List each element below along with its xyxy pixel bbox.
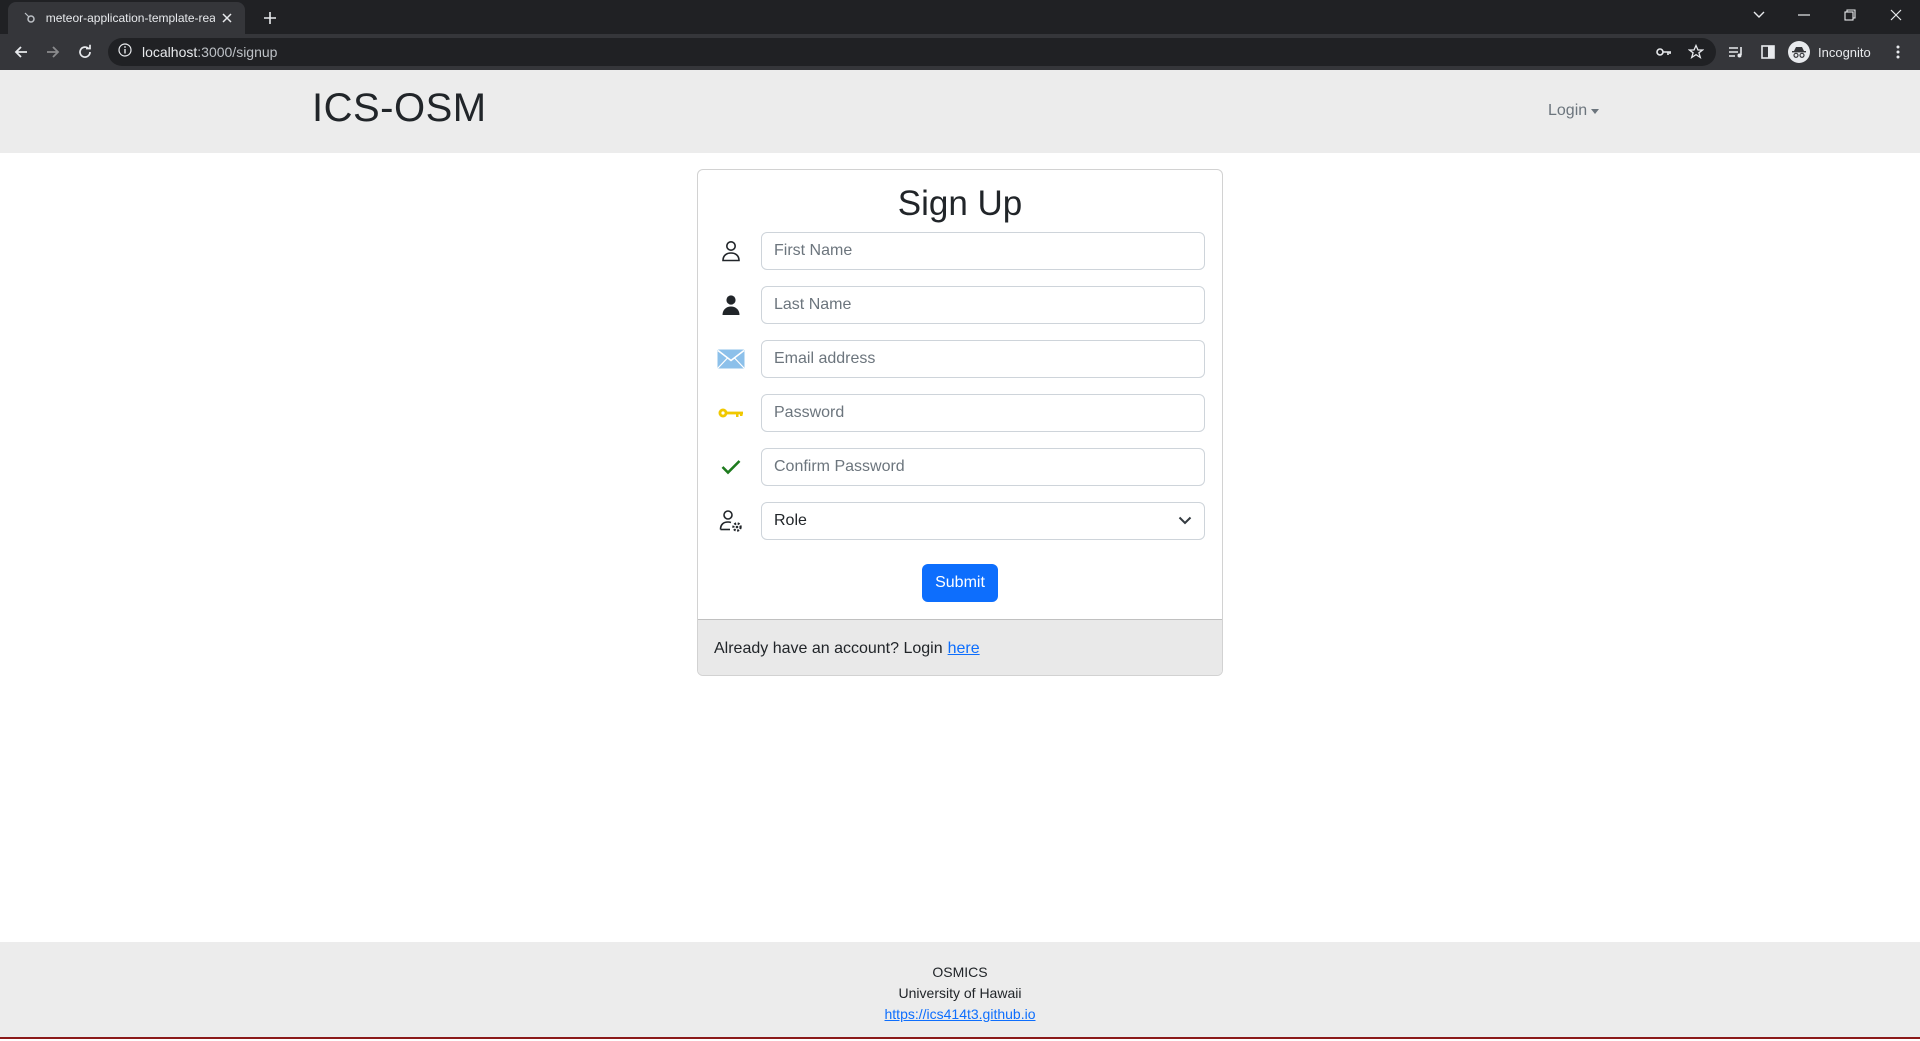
page-footer: OSMICS University of Hawaii https://ics4…: [0, 942, 1920, 1039]
browser-toolbar: localhost:3000/signup Incognito: [0, 34, 1920, 70]
bookmark-star-icon[interactable]: [1686, 42, 1706, 62]
back-arrow-icon[interactable]: [7, 38, 35, 66]
minimize-icon[interactable]: [1781, 0, 1827, 30]
key-icon: [716, 398, 746, 428]
role-row: Role: [698, 502, 1222, 540]
incognito-icon: [1788, 41, 1810, 63]
checkmark-icon: [716, 452, 746, 482]
login-prompt-text: Already have an account? Login: [714, 639, 943, 657]
reload-icon[interactable]: [71, 38, 99, 66]
incognito-label: Incognito: [1818, 44, 1871, 60]
login-dropdown[interactable]: Login: [1548, 102, 1600, 120]
url-text: localhost:3000/signup: [142, 44, 277, 60]
close-window-icon[interactable]: [1873, 0, 1919, 30]
app-navbar: ICS-OSM Login: [0, 70, 1920, 153]
footer-org: OSMICS: [932, 964, 988, 980]
person-gear-icon: [716, 506, 746, 536]
person-filled-icon: [716, 290, 746, 320]
restore-icon[interactable]: [1827, 0, 1873, 30]
url-host: localhost: [142, 44, 198, 60]
signup-title: Sign Up: [897, 184, 1023, 223]
password-input[interactable]: [761, 394, 1205, 432]
incognito-profile-button[interactable]: Incognito: [1788, 40, 1871, 64]
address-bar[interactable]: localhost:3000/signup: [108, 38, 1716, 66]
browser-tab[interactable]: meteor-application-template-rea: [8, 2, 245, 34]
footer-link[interactable]: https://ics414t3.github.io: [885, 1006, 1036, 1022]
login-here-link[interactable]: here: [948, 640, 980, 658]
tab-search-icon[interactable]: [1736, 0, 1782, 30]
site-info-icon[interactable]: [118, 42, 132, 62]
email-row: [698, 340, 1222, 378]
browser-tab-bar: meteor-application-template-rea: [0, 0, 1920, 34]
confirm-password-row: [698, 448, 1222, 486]
footer-university: University of Hawaii: [898, 985, 1022, 1001]
caret-down-icon: [1591, 108, 1600, 114]
meteor-favicon-icon: [22, 10, 38, 26]
submit-button[interactable]: Submit: [922, 564, 998, 602]
browser-menu-icon[interactable]: [1888, 42, 1908, 62]
first-name-input[interactable]: [761, 232, 1205, 270]
login-prompt: Already have an account? Login here: [698, 619, 1222, 675]
new-tab-button[interactable]: [258, 6, 282, 30]
brand-logo-text[interactable]: ICS-OSM: [312, 86, 487, 131]
last-name-input[interactable]: [761, 286, 1205, 324]
password-row: [698, 394, 1222, 432]
signup-card: Sign Up Role: [697, 169, 1223, 676]
first-name-row: [698, 232, 1222, 270]
email-input[interactable]: [761, 340, 1205, 378]
login-dropdown-label: Login: [1548, 102, 1588, 119]
side-panel-icon[interactable]: [1758, 42, 1778, 62]
tab-title: meteor-application-template-rea: [45, 11, 216, 25]
close-tab-icon[interactable]: [219, 10, 235, 26]
last-name-row: [698, 286, 1222, 324]
forward-arrow-icon[interactable]: [39, 38, 67, 66]
role-select-value: Role: [774, 512, 807, 529]
key-password-icon[interactable]: [1654, 42, 1674, 62]
chevron-down-icon: [1178, 512, 1192, 530]
media-queue-icon[interactable]: [1726, 42, 1746, 62]
envelope-icon: [716, 344, 746, 374]
url-path: :3000/signup: [197, 44, 278, 60]
confirm-password-input[interactable]: [761, 448, 1205, 486]
person-outline-icon: [716, 236, 746, 266]
role-select[interactable]: Role: [761, 502, 1205, 540]
